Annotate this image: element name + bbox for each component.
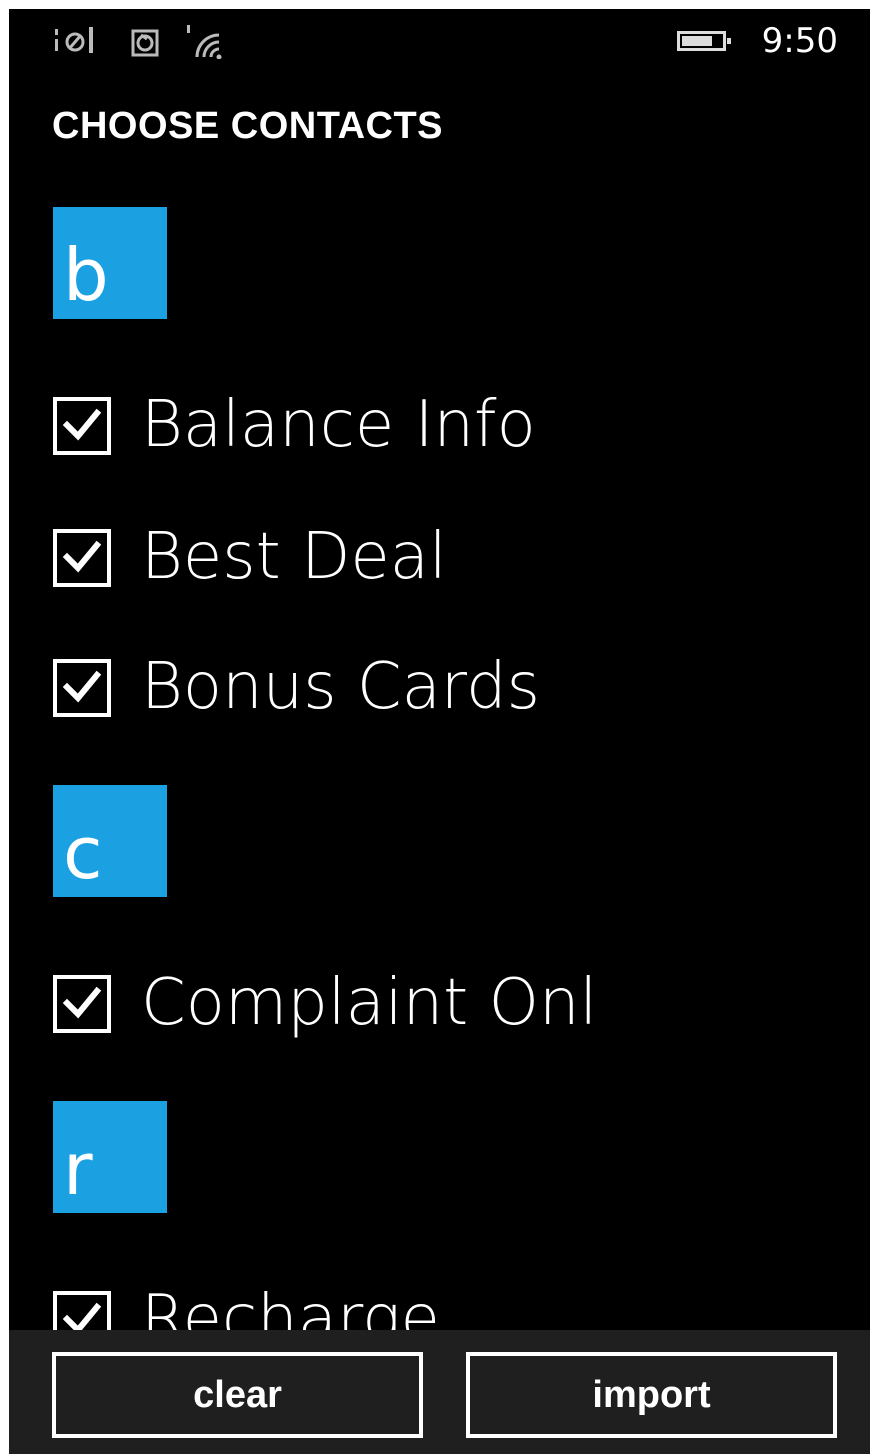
checkmark-icon bbox=[62, 986, 102, 1019]
contact-checkbox[interactable] bbox=[53, 397, 111, 455]
checkmark-icon bbox=[62, 670, 102, 703]
contact-row[interactable]: Balance Info bbox=[53, 387, 833, 467]
contact-checkbox[interactable] bbox=[53, 529, 111, 587]
contact-checkbox[interactable] bbox=[53, 659, 111, 717]
contact-row[interactable]: Complaint Onl bbox=[53, 965, 833, 1045]
status-bar: 9:50 bbox=[9, 9, 870, 79]
contact-checkbox[interactable] bbox=[53, 975, 111, 1033]
clock-time: 9:50 bbox=[761, 21, 838, 61]
contact-name: Complaint Onl bbox=[141, 966, 598, 1040]
group-letter: r bbox=[63, 1127, 93, 1211]
phone-screen: 9:50 CHOOSE CONTACTS b Balance Info Best D… bbox=[9, 9, 870, 1454]
checkmark-icon bbox=[62, 540, 102, 573]
contact-row[interactable]: Best Deal bbox=[53, 519, 833, 599]
group-letter: b bbox=[63, 233, 109, 317]
app-bar: clear import bbox=[9, 1330, 870, 1454]
contact-name: Best Deal bbox=[141, 520, 447, 594]
battery-icon bbox=[677, 31, 731, 51]
group-letter: c bbox=[63, 811, 103, 895]
contact-name: Balance Info bbox=[141, 388, 536, 462]
signal-icon bbox=[55, 27, 93, 53]
group-header-r[interactable]: r bbox=[53, 1101, 167, 1213]
sync-icon bbox=[131, 29, 159, 57]
wifi-icon bbox=[187, 25, 222, 59]
group-header-c[interactable]: c bbox=[53, 785, 167, 897]
checkmark-icon bbox=[62, 408, 102, 441]
contact-name: Bonus Cards bbox=[141, 650, 540, 724]
page-title: CHOOSE CONTACTS bbox=[52, 105, 444, 147]
clear-button[interactable]: clear bbox=[52, 1352, 423, 1438]
contact-row[interactable]: Bonus Cards bbox=[53, 649, 833, 729]
group-header-b[interactable]: b bbox=[53, 207, 167, 319]
import-button[interactable]: import bbox=[466, 1352, 837, 1438]
